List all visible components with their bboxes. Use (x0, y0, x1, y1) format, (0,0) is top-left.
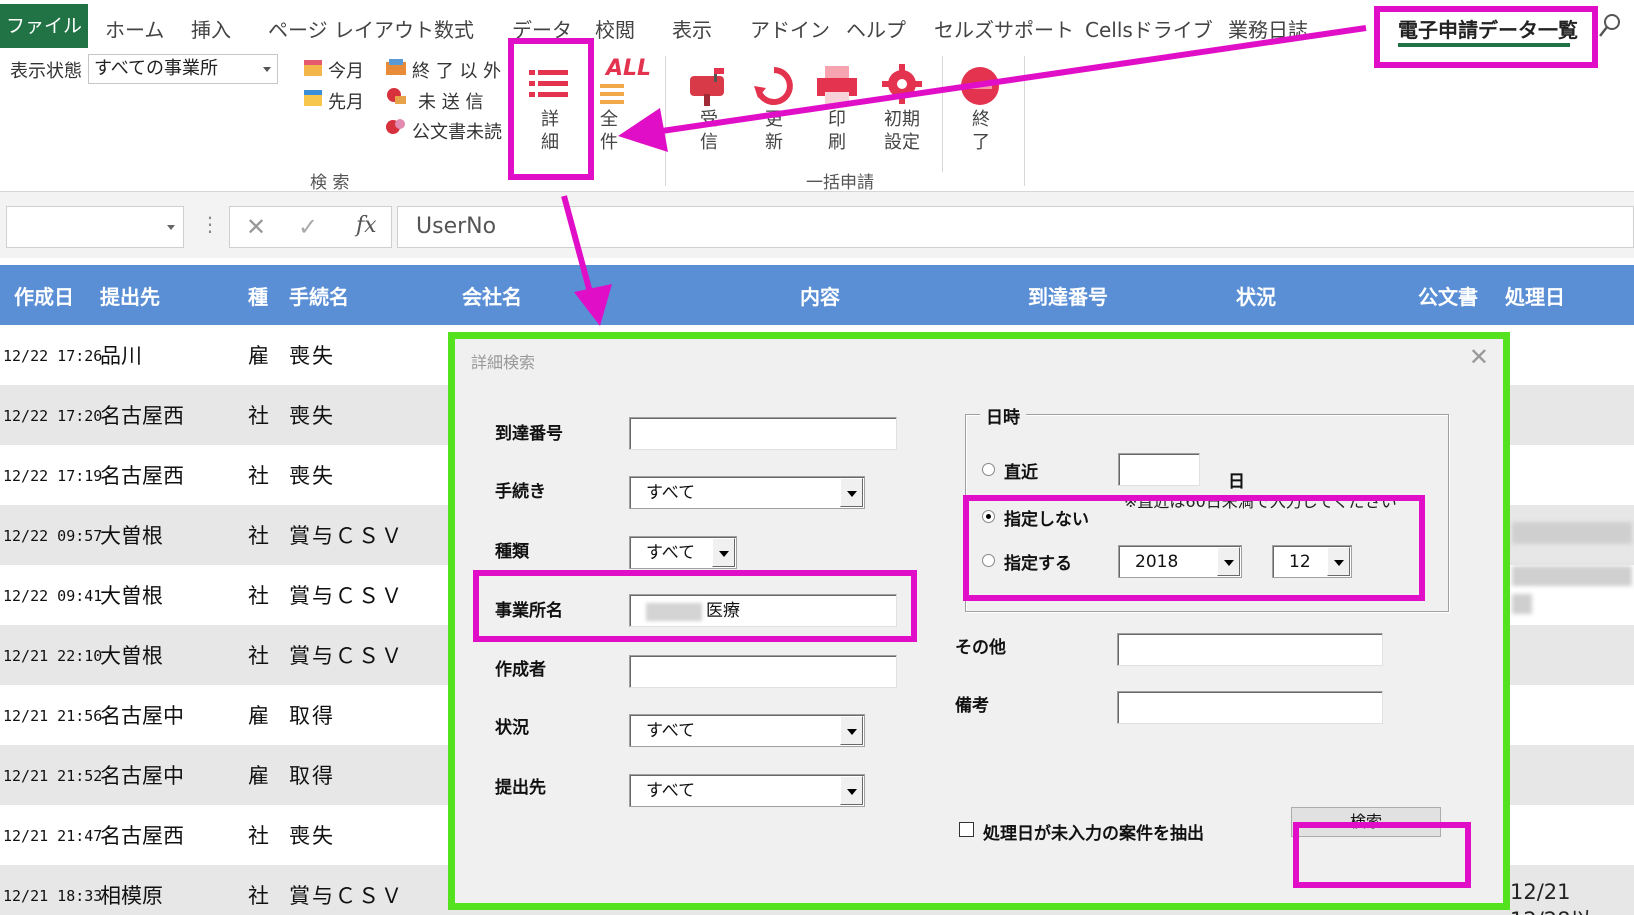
cancel-icon[interactable]: ✕ (246, 213, 266, 241)
more-options-icon[interactable]: ⋮ (200, 212, 220, 236)
unsent-icon (387, 88, 406, 104)
formula-bar: ⋮ ✕ ✓ fx UserNo (0, 192, 1634, 258)
end-icon (961, 67, 999, 105)
tab-help[interactable]: ヘルプ (846, 14, 906, 43)
print-label: 印刷 (828, 109, 846, 153)
header-destination[interactable]: 提出先 (100, 281, 160, 310)
detail-button-highlight (508, 38, 594, 180)
update-button[interactable]: 更新 (745, 56, 803, 174)
folder-icon (386, 59, 406, 75)
chevron-down-icon (263, 67, 271, 72)
redacted-cell (1512, 594, 1532, 614)
except-done-button[interactable]: 終 了 以 外 (412, 57, 501, 83)
formula-buttons: ✕ ✓ fx (229, 206, 392, 248)
print-button[interactable]: 印刷 (808, 56, 866, 174)
header-created[interactable]: 作成日 (14, 281, 74, 310)
tab-highlight (1374, 6, 1598, 68)
confirm-icon[interactable]: ✓ (298, 213, 318, 241)
ribbon-panel: 表示状態 すべての事業所 今月 先月 終 了 以 外 未 送 信 公文書未読 検… (0, 52, 1634, 193)
unsent-button[interactable]: 未 送 信 (418, 88, 483, 114)
initial-settings-label: 初期 設定 (884, 109, 920, 153)
end-button[interactable]: 終了 (950, 56, 1010, 174)
header-content[interactable]: 内容 (800, 281, 840, 310)
header-arrival-number[interactable]: 到達番号 (1028, 281, 1108, 310)
tab-insert[interactable]: 挿入 (191, 14, 231, 43)
this-month-button[interactable]: 今月 (328, 57, 364, 83)
update-label: 更新 (765, 109, 783, 153)
header-procedure[interactable]: 手続名 (289, 281, 349, 310)
insert-function-icon[interactable]: fx (356, 213, 377, 238)
printer-icon (817, 66, 857, 104)
initial-settings-button[interactable]: 初期 設定 (870, 56, 934, 174)
gear-icon (882, 64, 922, 104)
tab-cells-drive[interactable]: Cellsドライブ (1085, 14, 1213, 43)
all-button[interactable]: ALL 全件 (590, 56, 652, 174)
tab-home[interactable]: ホーム (105, 14, 164, 43)
formula-input[interactable]: UserNo (397, 206, 1634, 248)
group-label-search: 検 索 (310, 173, 350, 193)
mailbox-icon (690, 68, 724, 106)
calendar-icon (304, 60, 322, 76)
tab-cells-support[interactable]: セルズサポート (934, 14, 1074, 43)
date-option-highlight (963, 495, 1425, 601)
display-state-label: 表示状態 (10, 61, 82, 82)
ribbon-separator (665, 56, 666, 186)
search-button-highlight (1293, 822, 1471, 888)
all-icon: ALL (606, 56, 652, 81)
header-company[interactable]: 会社名 (462, 281, 522, 310)
tab-file[interactable]: ファイル (0, 4, 88, 48)
last-month-button[interactable]: 先月 (328, 88, 364, 114)
redacted-cell (1512, 566, 1632, 586)
tab-view[interactable]: 表示 (672, 14, 712, 43)
receive-button[interactable]: 受信 (680, 56, 738, 174)
calendar-icon (304, 90, 322, 106)
header-kind[interactable]: 種 (248, 281, 268, 310)
ribbon-separator (942, 56, 943, 172)
end-label: 終了 (972, 109, 990, 153)
chevron-down-icon (167, 225, 175, 230)
display-state-select[interactable]: すべての事業所 (88, 54, 278, 84)
header-processed-date[interactable]: 処理日 (1505, 281, 1565, 310)
partial-cell-text: 12/21 12/28以 (1510, 880, 1592, 915)
refresh-icon (754, 67, 793, 105)
ribbon-separator (1024, 56, 1025, 186)
office-field-highlight (473, 570, 917, 642)
list-lines-icon (600, 84, 624, 104)
excel-window: ファイル ホーム 挿入 ページ レイアウト 数式 データ 校閲 表示 アドイン … (0, 0, 1634, 915)
search-icon[interactable] (1598, 12, 1622, 40)
group-label-bulk: 一括申請 (806, 173, 874, 193)
tab-addins[interactable]: アドイン (750, 14, 830, 43)
doc-unread-button[interactable]: 公文書未読 (412, 118, 502, 144)
tab-formulas[interactable]: 数式 (434, 14, 474, 43)
tab-business-diary[interactable]: 業務日誌 (1228, 14, 1308, 43)
header-document[interactable]: 公文書 (1418, 281, 1478, 310)
document-unread-icon (386, 119, 405, 134)
receive-label: 受信 (700, 109, 718, 153)
header-status[interactable]: 状況 (1236, 281, 1276, 310)
redacted-cell (1512, 522, 1632, 544)
tab-review[interactable]: 校閲 (595, 14, 635, 43)
tab-page-layout[interactable]: ページ レイアウト (268, 14, 434, 43)
sheet-header-row: 作成日 提出先 種 手続名 会社名 内容 到達番号 状況 公文書 処理日 (0, 265, 1634, 325)
name-box[interactable] (6, 206, 184, 248)
all-label: 全件 (600, 109, 618, 153)
